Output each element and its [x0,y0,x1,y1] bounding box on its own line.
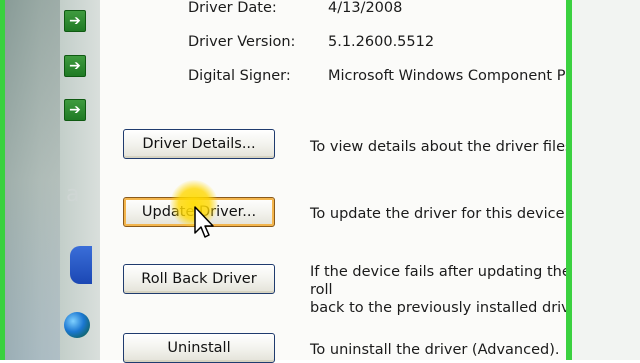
arrow-right-icon[interactable]: ➔ [64,10,86,32]
mouse-pointer-icon [194,206,214,238]
roll-back-driver-button[interactable]: Roll Back Driver [123,264,275,294]
uninstall-description: To uninstall the driver (Advanced). [310,342,560,358]
update-driver-description: To update the driver for this device. [310,206,570,222]
arrow-right-icon[interactable]: ➔ [64,99,86,121]
faded-icon: a [66,182,80,207]
digital-signer-label: Digital Signer: [188,68,291,84]
taskpane-shade [0,0,60,360]
driver-details-button[interactable]: Driver Details... [123,129,275,159]
left-taskpane: ➔ ➔ ➔ a [0,0,100,360]
uninstall-button[interactable]: Uninstall [123,333,275,363]
background-area [572,0,640,360]
driver-details-description: To view details about the driver files. [310,139,578,155]
internet-explorer-icon[interactable] [64,312,90,338]
driver-version-value: 5.1.2600.5512 [328,34,435,50]
windows-media-icon[interactable] [70,246,92,284]
driver-date-label: Driver Date: [188,0,277,16]
driver-date-value: 4/13/2008 [328,0,403,16]
arrow-right-icon[interactable]: ➔ [64,55,86,77]
window-border-left [0,0,5,360]
driver-version-label: Driver Version: [188,34,296,50]
